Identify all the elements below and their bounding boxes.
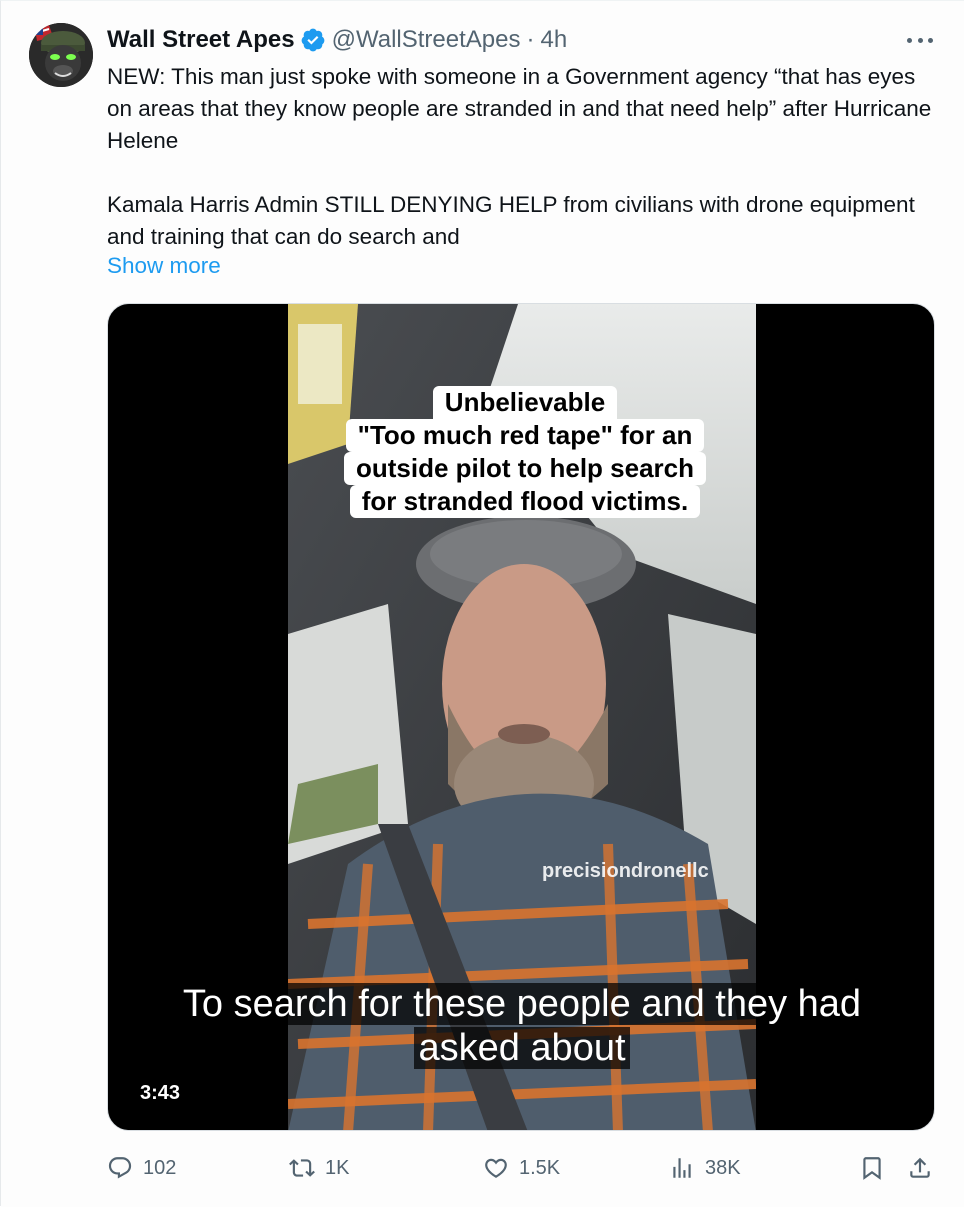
action-bar: 102 1K 1.5K 38K (107, 1151, 937, 1185)
separator-dot: · (526, 26, 535, 53)
views-button[interactable]: 38K (669, 1151, 741, 1185)
timestamp[interactable]: 4h (540, 26, 567, 54)
video-caption-overlay: Unbelievable "Too much red tape" for an … (335, 386, 715, 518)
caption-line-1: Unbelievable (432, 386, 618, 419)
share-icon (910, 1157, 930, 1178)
tweet-header: Wall Street Apes @WallStreetApes · 4h (107, 25, 567, 55)
more-options-icon[interactable] (907, 27, 933, 53)
caption-line-4: for stranded flood victims. (349, 485, 701, 518)
author-avatar[interactable] (29, 23, 93, 87)
show-more-link[interactable]: Show more (107, 253, 221, 279)
subtitle-line-2: asked about (414, 1027, 630, 1069)
reply-count: 102 (143, 1156, 177, 1179)
tweet-card[interactable]: Wall Street Apes @WallStreetApes · 4h NE… (0, 0, 964, 1207)
reply-icon (108, 1157, 132, 1179)
share-button[interactable] (907, 1151, 933, 1185)
like-button[interactable]: 1.5K (483, 1151, 560, 1185)
bookmark-button[interactable] (859, 1151, 885, 1185)
retweet-icon (289, 1159, 315, 1177)
tweet-paragraph-2: Kamala Harris Admin STILL DENYING HELP f… (107, 192, 915, 249)
bookmark-icon (863, 1157, 881, 1180)
video-duration-badge: 3:43 (130, 1080, 191, 1107)
repost-count: 1K (325, 1156, 350, 1179)
repost-button[interactable]: 1K (289, 1151, 349, 1185)
author-name[interactable]: Wall Street Apes (107, 26, 295, 54)
author-handle[interactable]: @WallStreetApes (332, 26, 521, 54)
views-icon (673, 1158, 691, 1178)
video-player[interactable]: Unbelievable "Too much red tape" for an … (107, 303, 935, 1131)
tweet-text: NEW: This man just spoke with someone in… (107, 61, 937, 253)
reply-button[interactable]: 102 (107, 1151, 176, 1185)
like-icon (485, 1158, 507, 1178)
verified-badge-icon (301, 28, 324, 52)
tweet-paragraph-1: NEW: This man just spoke with someone in… (107, 64, 932, 153)
ape-avatar-icon (29, 23, 93, 87)
video-subtitle: To search for these people and they had … (108, 982, 934, 1070)
views-count: 38K (705, 1156, 741, 1179)
like-count: 1.5K (519, 1156, 561, 1179)
video-watermark: precisiondronellc (542, 860, 709, 882)
caption-line-3: outside pilot to help search (343, 452, 707, 485)
caption-line-2: "Too much red tape" for an (345, 419, 705, 452)
subtitle-line-1: To search for these people and they had (178, 983, 866, 1025)
